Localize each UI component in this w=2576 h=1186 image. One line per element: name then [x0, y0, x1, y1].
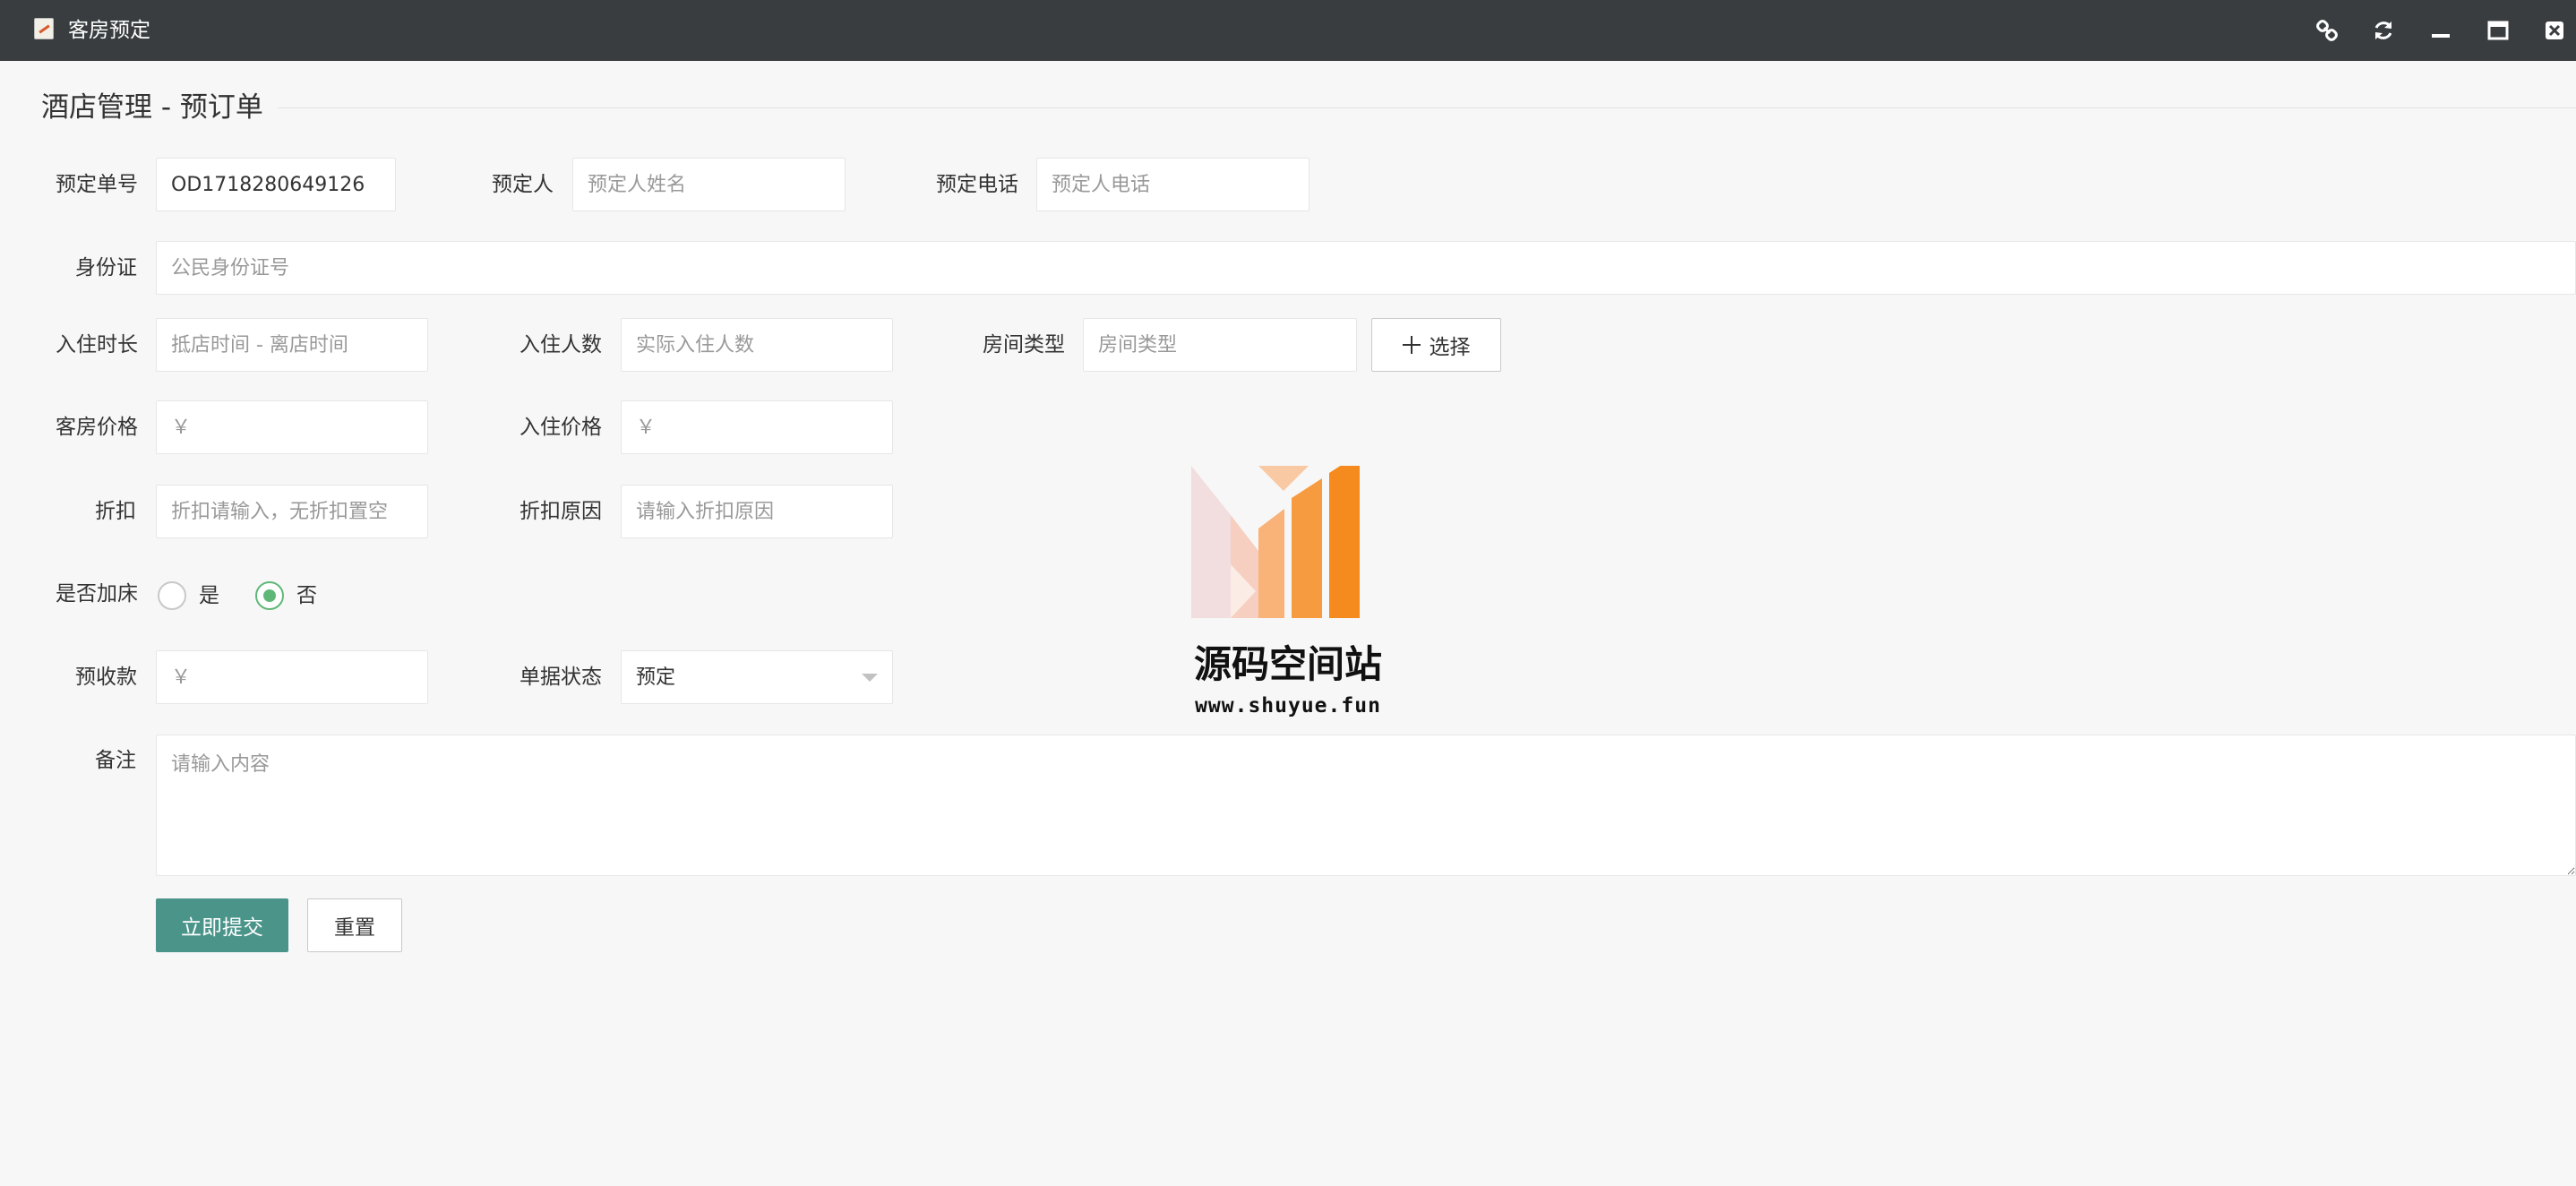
radio-no-label: 否	[296, 584, 317, 607]
room-type-input[interactable]	[1083, 318, 1357, 372]
window-title: 客房预定	[68, 19, 150, 42]
room-price-input[interactable]	[156, 400, 428, 454]
extra-bed-label: 是否加床	[56, 582, 138, 606]
remark-textarea[interactable]	[156, 735, 2576, 876]
chevron-down-icon	[862, 674, 878, 682]
close-icon[interactable]	[2537, 13, 2572, 48]
room-price-label: 客房价格	[56, 416, 138, 439]
room-type-label: 房间类型	[983, 333, 1065, 357]
status-select-value: 预定	[636, 666, 676, 689]
extra-bed-option-no[interactable]: 否	[255, 581, 317, 610]
status-select[interactable]: 预定	[621, 650, 893, 704]
checkin-price-label: 入住价格	[519, 416, 602, 439]
choose-room-type-button[interactable]: 选择	[1371, 318, 1501, 372]
booker-input[interactable]	[572, 158, 846, 211]
discount-reason-input[interactable]	[621, 485, 893, 538]
choose-button-label: 选择	[1429, 335, 1471, 358]
duration-input[interactable]	[156, 318, 428, 372]
duration-label: 入住时长	[56, 333, 138, 357]
refresh-icon[interactable]	[2366, 13, 2401, 48]
watermark-logo-icon	[1191, 466, 1360, 618]
submit-button[interactable]: 立即提交	[156, 898, 288, 952]
deposit-label: 预收款	[75, 666, 137, 689]
phone-label: 预定电话	[936, 173, 1018, 196]
extra-bed-option-yes[interactable]: 是	[158, 581, 219, 610]
deposit-input[interactable]	[156, 650, 428, 704]
order-no-input[interactable]	[156, 158, 396, 211]
status-label: 单据状态	[519, 666, 602, 689]
order-no-label: 预定单号	[56, 173, 138, 196]
radio-yes[interactable]	[158, 581, 186, 610]
booker-label: 预定人	[492, 173, 554, 196]
app-icon	[34, 18, 54, 39]
guests-label: 入住人数	[519, 333, 602, 357]
plus-icon	[1402, 336, 1421, 354]
id-card-label: 身份证	[75, 256, 137, 279]
discount-input[interactable]	[156, 485, 428, 538]
maximize-icon[interactable]	[2480, 13, 2516, 48]
guests-input[interactable]	[621, 318, 893, 372]
discount-reason-label: 折扣原因	[519, 500, 602, 523]
link-icon[interactable]	[2309, 13, 2345, 48]
reset-button[interactable]: 重置	[307, 898, 402, 952]
radio-no[interactable]	[255, 581, 284, 610]
id-card-input[interactable]	[156, 241, 2576, 295]
discount-label: 折扣	[95, 500, 136, 523]
watermark-url: www.shuyue.fun	[1195, 694, 1381, 718]
minimize-icon[interactable]	[2423, 13, 2459, 48]
window-titlebar: 客房预定	[0, 0, 2576, 61]
page-title: 酒店管理 - 预订单	[41, 91, 263, 124]
phone-input[interactable]	[1036, 158, 1309, 211]
watermark-name: 源码空间站	[1193, 642, 1382, 686]
remark-label: 备注	[95, 749, 136, 772]
legend-divider	[278, 107, 2576, 108]
radio-yes-label: 是	[199, 584, 219, 607]
checkin-price-input[interactable]	[621, 400, 893, 454]
